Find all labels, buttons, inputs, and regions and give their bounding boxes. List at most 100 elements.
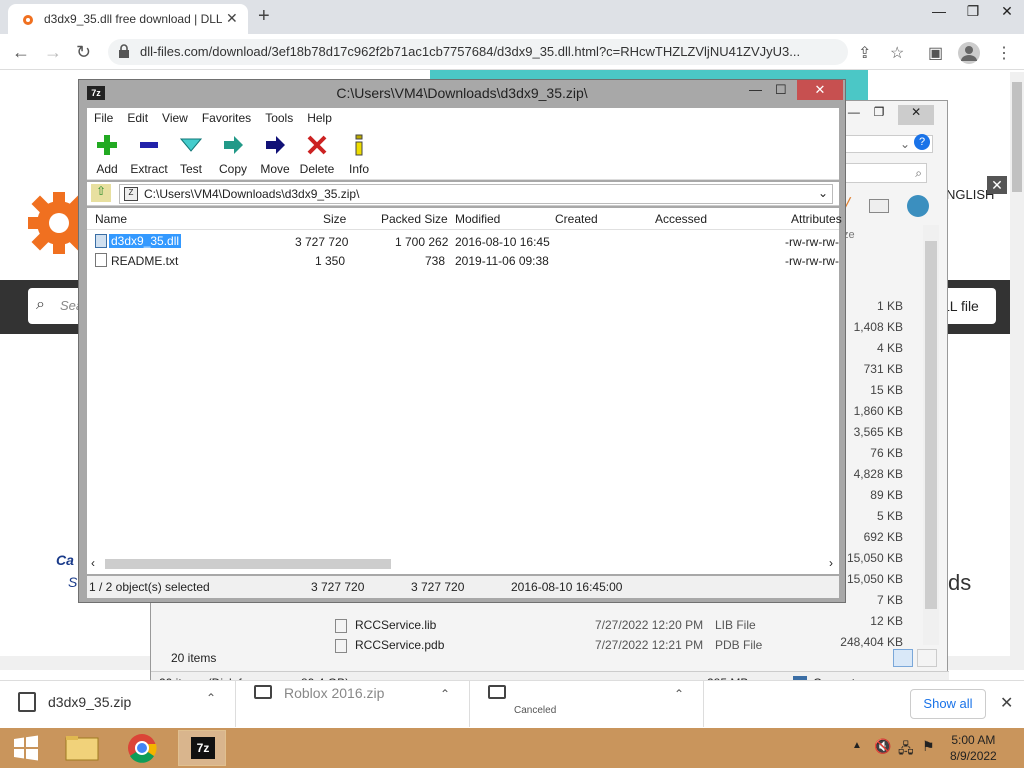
move-button[interactable]: Move bbox=[253, 134, 297, 176]
browser-tab[interactable]: d3dx9_35.dll free download | DLL ✕ bbox=[8, 4, 248, 34]
start-button[interactable] bbox=[2, 730, 50, 766]
dll-files-favicon-icon bbox=[23, 15, 33, 25]
explorer-row-pdb[interactable]: RCCService.pdb 7/27/2022 12:21 PM PDB Fi… bbox=[331, 635, 911, 655]
downloads-close-icon[interactable]: ✕ bbox=[1000, 693, 1013, 713]
menu-favorites[interactable]: Favorites bbox=[195, 108, 258, 128]
show-all-button[interactable]: Show all bbox=[910, 689, 986, 719]
7zip-file-list: Name Size Packed Size Modified Created A… bbox=[87, 208, 842, 574]
downloads-bar: d3dx9_35.zip ⌃ Roblox 2016.zip ⌃ Cancele… bbox=[0, 680, 1024, 727]
download-status: Canceled bbox=[514, 705, 557, 716]
forward-icon[interactable]: → bbox=[44, 42, 62, 63]
extract-label: Extract bbox=[130, 162, 168, 176]
7zip-maximize-icon[interactable]: ☐ bbox=[775, 82, 787, 98]
url-text: dll-files.com/download/3ef18b78d17c962f2… bbox=[140, 44, 801, 59]
copy-icon bbox=[224, 136, 243, 154]
action-center-icon[interactable]: ⚑ bbox=[922, 738, 935, 755]
download-item-canceled[interactable]: Canceled ⌃ bbox=[470, 681, 704, 727]
extract-button[interactable]: Extract bbox=[127, 134, 171, 176]
7zip-title-bar[interactable]: 7z C:\Users\VM4\Downloads\d3dx9_35.zip\ … bbox=[79, 80, 845, 106]
profile-avatar-icon[interactable] bbox=[958, 42, 980, 64]
copy-button[interactable]: Copy bbox=[211, 134, 255, 176]
page-heading-fragment: ds bbox=[948, 570, 972, 595]
thumbnail-view-icon[interactable] bbox=[917, 649, 937, 667]
file-icon bbox=[335, 639, 347, 653]
file-row-dll[interactable]: d3dx9_35.dll 3 727 720 1 700 262 2016-08… bbox=[87, 232, 839, 251]
menu-file[interactable]: File bbox=[87, 108, 120, 128]
test-label: Test bbox=[179, 162, 202, 176]
delete-icon bbox=[307, 135, 327, 155]
window-maximize-icon[interactable]: ❐ bbox=[956, 0, 990, 30]
tab-close-icon[interactable]: ✕ bbox=[226, 10, 238, 27]
file-name: RCCService.lib bbox=[355, 618, 437, 632]
file-date: 7/27/2022 12:20 PM bbox=[595, 618, 704, 632]
menu-help[interactable]: Help bbox=[300, 108, 339, 128]
menu-edit[interactable]: Edit bbox=[120, 108, 155, 128]
7zip-toolbar: Add Extract Test Copy Move Delete Info bbox=[87, 128, 839, 180]
back-icon[interactable]: ← bbox=[12, 42, 30, 63]
col-modified[interactable]: Modified bbox=[455, 212, 500, 226]
info-button[interactable]: Info bbox=[337, 134, 381, 176]
details-view-icon[interactable] bbox=[893, 649, 913, 667]
reload-icon[interactable]: ↻ bbox=[76, 42, 91, 63]
scroll-right-icon[interactable]: › bbox=[829, 556, 833, 570]
scroll-left-icon[interactable]: ‹ bbox=[91, 556, 95, 570]
test-button[interactable]: Test bbox=[169, 134, 213, 176]
7zip-taskbar-button[interactable]: 7z bbox=[178, 730, 226, 766]
tab-strip: d3dx9_35.dll free download | DLL ✕ + — ❐… bbox=[0, 0, 1024, 34]
menu-view[interactable]: View bbox=[155, 108, 195, 128]
menu-kebab-icon[interactable]: ⋮ bbox=[996, 43, 1012, 63]
col-created[interactable]: Created bbox=[555, 212, 598, 226]
info-icon bbox=[355, 134, 363, 156]
col-name[interactable]: Name bbox=[95, 212, 127, 226]
7zip-icon: 7z bbox=[191, 737, 215, 759]
col-attributes[interactable]: Attributes bbox=[791, 212, 842, 226]
up-folder-icon[interactable]: ⇧ bbox=[91, 184, 111, 202]
download-chevron-icon[interactable]: ⌃ bbox=[206, 691, 216, 705]
side-panel-icon[interactable]: ▣ bbox=[928, 43, 943, 63]
7zip-close-icon[interactable]: ✕ bbox=[797, 80, 843, 100]
info-label: Info bbox=[348, 162, 369, 176]
download-item-roblox[interactable]: Roblox 2016.zip ⌃ bbox=[236, 681, 470, 727]
col-accessed[interactable]: Accessed bbox=[655, 212, 707, 226]
page-vertical-scrollbar[interactable] bbox=[1010, 72, 1024, 656]
close-popup-icon[interactable]: ✕ bbox=[987, 176, 1007, 194]
7zip-horizontal-scrollbar[interactable]: ‹ › bbox=[87, 554, 839, 574]
explorer-row-lib[interactable]: RCCService.lib 7/27/2022 12:20 PM LIB Fi… bbox=[331, 615, 911, 635]
window-minimize-icon[interactable]: — bbox=[922, 0, 956, 30]
address-bar[interactable]: dll-files.com/download/3ef18b78d17c962f2… bbox=[108, 39, 848, 65]
window-controls: — ❐ ✕ bbox=[922, 0, 1024, 30]
network-icon[interactable]: 🖧 bbox=[898, 738, 914, 762]
col-packed-size[interactable]: Packed Size bbox=[381, 212, 448, 226]
7zip-path-text: C:\Users\VM4\Downloads\d3dx9_35.zip\ bbox=[144, 187, 360, 201]
search-icon: ⌕ bbox=[36, 296, 45, 313]
file-row-readme[interactable]: README.txt 1 350 738 2019-11-06 09:38 -r… bbox=[87, 251, 839, 270]
explorer-items-count: 20 items bbox=[171, 651, 217, 665]
chrome-taskbar-button[interactable] bbox=[118, 730, 166, 766]
file-explorer-taskbar-button[interactable] bbox=[58, 730, 106, 766]
delete-button[interactable]: Delete bbox=[295, 134, 339, 176]
col-size[interactable]: Size bbox=[323, 212, 346, 226]
test-icon bbox=[179, 138, 203, 152]
download-chevron-icon[interactable]: ⌃ bbox=[440, 687, 450, 701]
zip-archive-icon: Z bbox=[124, 187, 138, 201]
bookmark-star-icon[interactable]: ☆ bbox=[890, 43, 904, 63]
new-tab-button[interactable]: + bbox=[258, 5, 270, 28]
7zip-window[interactable]: 7z C:\Users\VM4\Downloads\d3dx9_35.zip\ … bbox=[78, 79, 846, 603]
7zip-path-input[interactable]: Z C:\Users\VM4\Downloads\d3dx9_35.zip\ ⌄ bbox=[119, 184, 833, 204]
file-icon bbox=[488, 685, 506, 699]
7zip-minimize-icon[interactable]: — bbox=[749, 82, 762, 97]
volume-muted-icon[interactable]: 🔇 bbox=[874, 738, 891, 755]
file-attributes: -rw-rw-rw- bbox=[785, 235, 839, 249]
scroll-thumb[interactable] bbox=[105, 559, 391, 569]
window-close-icon[interactable]: ✕ bbox=[990, 0, 1024, 30]
add-button[interactable]: Add bbox=[85, 134, 129, 176]
tab-title: d3dx9_35.dll free download | DLL bbox=[44, 12, 222, 26]
explorer-scroll-thumb[interactable] bbox=[925, 241, 937, 609]
taskbar-clock[interactable]: 5:00 AM 8/9/2022 bbox=[950, 732, 997, 764]
download-chevron-icon[interactable]: ⌃ bbox=[674, 687, 684, 701]
tray-overflow-icon[interactable]: ▲ bbox=[852, 740, 862, 751]
share-icon[interactable]: ⇪ bbox=[858, 43, 871, 63]
download-item-d3dx9[interactable]: d3dx9_35.zip ⌃ bbox=[0, 681, 236, 727]
path-dropdown-icon[interactable]: ⌄ bbox=[818, 186, 828, 200]
menu-tools[interactable]: Tools bbox=[258, 108, 300, 128]
